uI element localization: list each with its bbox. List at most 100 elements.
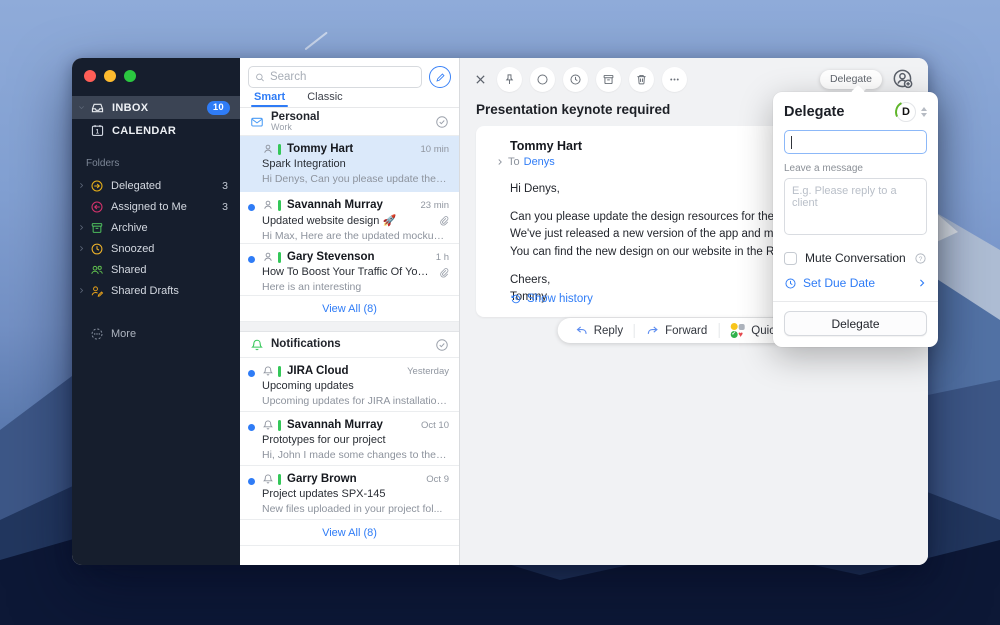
search-icon (255, 72, 265, 83)
section-title: Notifications (271, 338, 341, 350)
delegated-icon (90, 179, 104, 193)
email-preview: Hi Denys, Can you please update the desi… (262, 173, 449, 185)
delete-button[interactable] (629, 67, 654, 92)
history-icon (510, 293, 522, 305)
search-input[interactable] (270, 71, 415, 83)
forward-icon (646, 324, 660, 338)
section-title: Personal (271, 111, 320, 123)
sidebar-item-shared[interactable]: Shared (72, 259, 240, 280)
assigned-to-me-icon (90, 200, 104, 214)
chevron-right-icon[interactable] (78, 287, 88, 294)
forward-button[interactable]: Forward (634, 324, 718, 338)
sidebar-item-calendar[interactable]: CALENDAR (72, 119, 240, 142)
reply-button[interactable]: Reply (564, 324, 634, 338)
category-color-bar (278, 144, 281, 155)
show-history-link[interactable]: Show history (510, 293, 593, 305)
section-spacer (240, 322, 459, 332)
email-preview: New files uploaded in your project fol..… (262, 503, 449, 515)
more-actions-button[interactable] (662, 67, 687, 92)
show-history-label: Show history (527, 293, 593, 305)
section-header-personal[interactable]: Personal Work (240, 108, 459, 136)
assignee-input[interactable] (784, 130, 927, 154)
sidebar-item-snoozed[interactable]: Snoozed (72, 238, 240, 259)
email-time: Oct 10 (421, 420, 449, 431)
archive-icon (90, 221, 104, 235)
pin-button[interactable] (497, 67, 522, 92)
person-icon (262, 199, 274, 211)
mute-conversation-label: Mute Conversation (805, 251, 906, 265)
delegate-message-textarea[interactable] (784, 178, 927, 235)
archive-button[interactable] (596, 67, 621, 92)
email-row-savannah-murray[interactable]: Savannah Murray 23 min Updated website d… (240, 192, 459, 244)
delegate-submit-button[interactable]: Delegate (784, 311, 927, 336)
email-row-tommy-hart[interactable]: Tommy Hart 10 min Spark Integration Hi D… (240, 136, 459, 192)
sidebar-item-assigned-to-me[interactable]: Assigned to Me 3 (72, 196, 240, 217)
email-list-pane: Smart Classic Personal Work Tommy Hart 1… (240, 58, 460, 565)
inbox-unread-badge: 10 (207, 101, 230, 115)
sidebar-item-shared-drafts[interactable]: Shared Drafts (72, 280, 240, 301)
sidebar-item-archive[interactable]: Archive (72, 217, 240, 238)
shared-icon (90, 263, 104, 277)
mark-all-done-icon[interactable] (435, 338, 449, 352)
help-question-icon[interactable] (914, 252, 927, 265)
chevron-right-icon[interactable] (78, 224, 88, 231)
chevron-down-icon[interactable] (78, 104, 88, 111)
bell-icon (262, 365, 274, 377)
folder-label: Snoozed (111, 243, 154, 255)
tab-classic[interactable]: Classic (307, 91, 342, 107)
paperclip-icon (432, 215, 449, 226)
delegate-button[interactable] (892, 68, 914, 90)
inbox-tabs: Smart Classic (240, 88, 459, 108)
view-all-notifications-link[interactable]: View All (8) (240, 520, 459, 546)
minimize-window-button[interactable] (104, 70, 116, 82)
search-input-container[interactable] (248, 66, 422, 88)
email-sender: Savannah Murray (287, 419, 383, 431)
zoom-window-button[interactable] (124, 70, 136, 82)
email-subject: Spark Integration (262, 158, 346, 170)
recipient-link[interactable]: Denys (524, 156, 555, 168)
sidebar-item-delegated[interactable]: Delegated 3 (72, 175, 240, 196)
sidebar-item-more[interactable]: More (72, 323, 240, 344)
mark-read-button[interactable] (530, 67, 555, 92)
email-row-gary-stevenson[interactable]: Gary Stevenson 1 h How To Boost Your Tra… (240, 244, 459, 296)
assignee-avatar[interactable]: D (896, 102, 916, 122)
expand-details-chevron-icon[interactable] (496, 158, 504, 166)
close-icon[interactable] (474, 73, 489, 86)
chevron-right-icon[interactable] (78, 245, 88, 252)
email-sender: Garry Brown (287, 473, 357, 485)
unread-dot (248, 478, 255, 485)
email-preview: Hi, John I made some changes to the c... (262, 449, 449, 461)
snooze-button[interactable] (563, 67, 588, 92)
unread-dot (248, 370, 255, 377)
email-subject: Updated website design 🚀 (262, 214, 396, 227)
mute-conversation-checkbox[interactable] (784, 252, 797, 265)
tab-smart[interactable]: Smart (254, 91, 285, 107)
email-row-garry-brown[interactable]: Garry Brown Oct 9 Project updates SPX-14… (240, 466, 459, 520)
email-sender: Savannah Murray (287, 199, 383, 211)
set-due-date-row[interactable]: Set Due Date (784, 276, 927, 290)
ellipsis-icon (668, 73, 681, 86)
email-sender: Gary Stevenson (287, 251, 375, 263)
view-all-personal-link[interactable]: View All (8) (240, 296, 459, 322)
folders-group-label: Folders (72, 142, 240, 175)
text-cursor (791, 136, 792, 149)
compose-button[interactable] (429, 66, 451, 88)
folder-label: Archive (111, 222, 148, 234)
email-subject: Prototypes for our project (262, 434, 386, 446)
sidebar-item-inbox[interactable]: INBOX 10 (72, 96, 240, 119)
close-window-button[interactable] (84, 70, 96, 82)
reply-icon (575, 324, 589, 338)
email-row-jira-cloud[interactable]: JIRA Cloud Yesterday Upcoming updates Up… (240, 358, 459, 412)
assignee-sort-icon[interactable] (921, 107, 927, 117)
reply-label: Reply (594, 325, 623, 337)
mark-all-done-icon[interactable] (435, 115, 449, 129)
delegate-popover: Delegate D Leave a message Mute Conversa… (773, 92, 938, 347)
shared-drafts-icon (90, 284, 104, 298)
email-subject: Upcoming updates (262, 380, 354, 392)
email-row-savannah-murray-2[interactable]: Savannah Murray Oct 10 Prototypes for ou… (240, 412, 459, 466)
chevron-right-icon[interactable] (78, 182, 88, 189)
sidebar: INBOX 10 CALENDAR Folders Delegated 3 As… (72, 58, 240, 565)
section-header-notifications[interactable]: Notifications (240, 332, 459, 358)
message-label: Leave a message (784, 163, 927, 174)
folder-count: 3 (222, 201, 228, 213)
